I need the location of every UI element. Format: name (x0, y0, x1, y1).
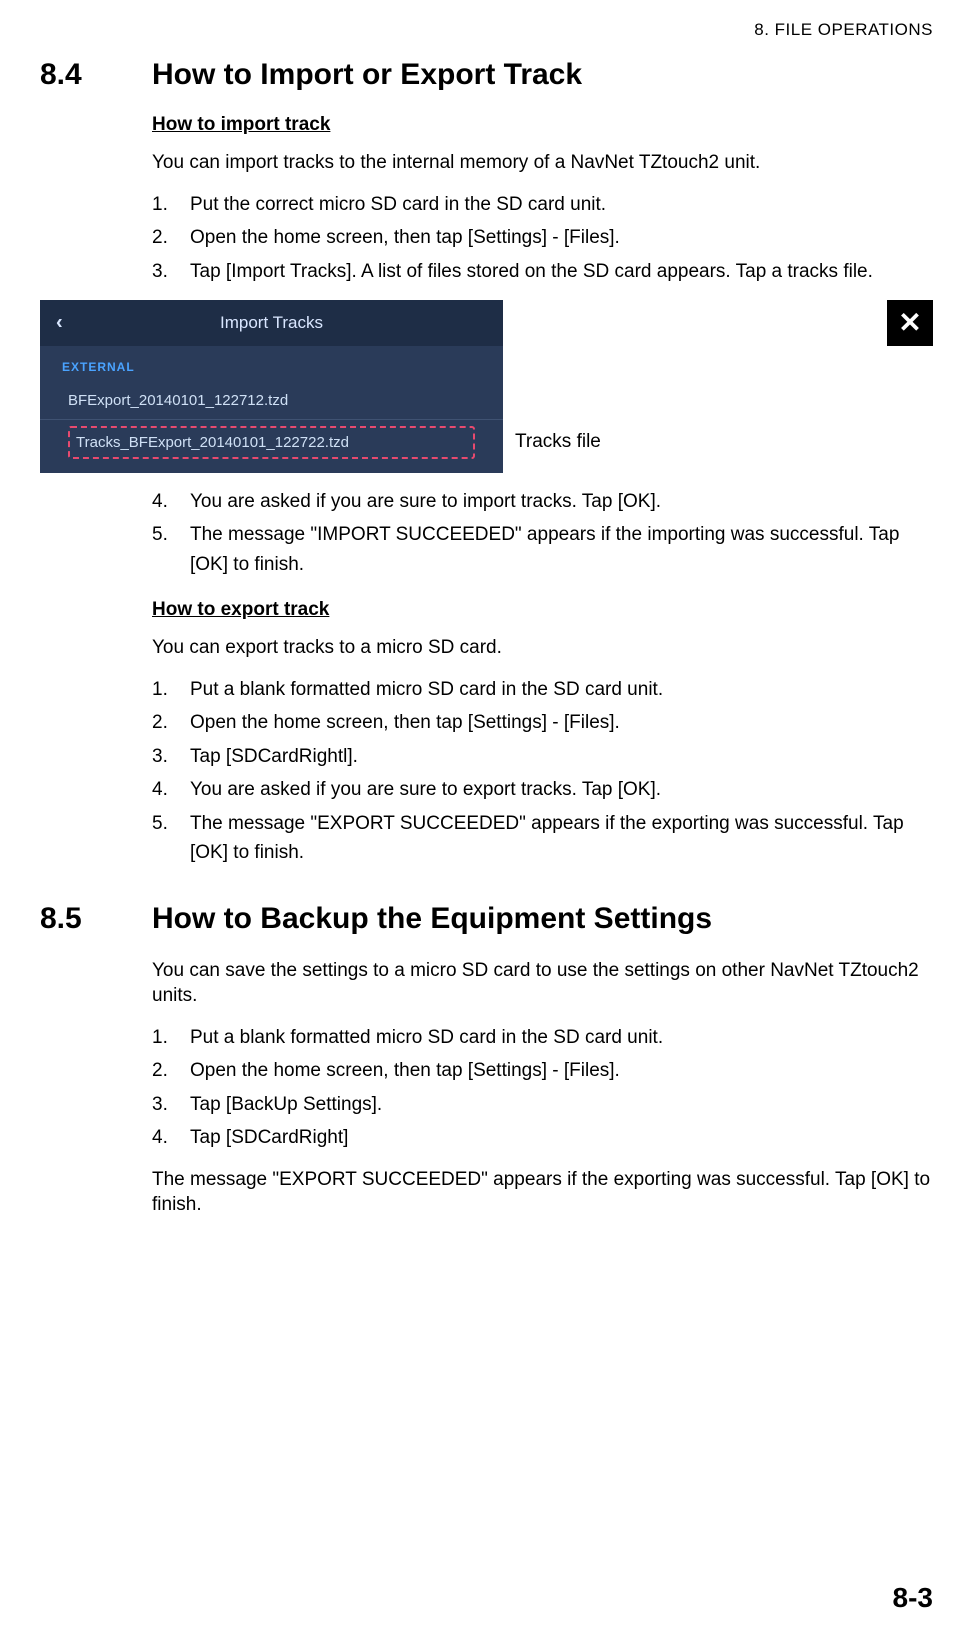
list-item: Tap [Import Tracks]. A list of files sto… (152, 257, 933, 286)
list-item: Tap [BackUp Settings]. (152, 1090, 933, 1119)
subhead-export: How to export track (152, 599, 933, 621)
file-row[interactable]: BFExport_20140101_122712.tzd (40, 382, 503, 420)
storage-section-label: EXTERNAL (40, 346, 503, 382)
section-heading-84: 8.4 How to Import or Export Track (40, 58, 933, 92)
paragraph: You can import tracks to the internal me… (152, 150, 933, 176)
paragraph: You can save the settings to a micro SD … (152, 958, 933, 1009)
import-steps-b: You are asked if you are sure to import … (152, 487, 933, 579)
list-item: Open the home screen, then tap [Settings… (152, 223, 933, 252)
paragraph: You can export tracks to a micro SD card… (152, 635, 933, 661)
section-number: 8.5 (40, 902, 152, 936)
section-title: How to Backup the Equipment Settings (152, 902, 712, 936)
callout-label: Tracks file (515, 431, 933, 453)
section-heading-85: 8.5 How to Backup the Equipment Settings (40, 902, 933, 936)
section-number: 8.4 (40, 58, 152, 92)
subhead-import: How to import track (152, 114, 933, 136)
list-item: Put the correct micro SD card in the SD … (152, 190, 933, 219)
list-item: You are asked if you are sure to export … (152, 775, 933, 804)
import-steps-a: Put the correct micro SD card in the SD … (152, 190, 933, 286)
window-titlebar: ‹ Import Tracks (40, 300, 503, 346)
page-number: 8-3 (893, 1582, 933, 1614)
list-item: Open the home screen, then tap [Settings… (152, 1056, 933, 1085)
list-item: The message "IMPORT SUCCEEDED" appears i… (152, 520, 933, 579)
list-item: You are asked if you are sure to import … (152, 487, 933, 516)
file-row-tracks[interactable]: Tracks_BFExport_20140101_122722.tzd (68, 426, 475, 459)
export-steps: Put a blank formatted micro SD card in t… (152, 675, 933, 868)
list-item: Put a blank formatted micro SD card in t… (152, 1023, 933, 1052)
list-item: Open the home screen, then tap [Settings… (152, 708, 933, 737)
import-tracks-figure: ‹ Import Tracks EXTERNAL BFExport_201401… (40, 300, 933, 473)
list-item: Tap [SDCardRightl]. (152, 742, 933, 771)
close-icon[interactable]: ✕ (887, 300, 933, 346)
list-item: The message "EXPORT SUCCEEDED" appears i… (152, 809, 933, 868)
window-title: Import Tracks (220, 313, 323, 333)
list-item: Put a blank formatted micro SD card in t… (152, 675, 933, 704)
section-title: How to Import or Export Track (152, 58, 582, 92)
import-tracks-window: ‹ Import Tracks EXTERNAL BFExport_201401… (40, 300, 503, 473)
chapter-header: 8. FILE OPERATIONS (40, 20, 933, 40)
list-item: Tap [SDCardRight] (152, 1123, 933, 1152)
back-icon[interactable]: ‹ (56, 311, 63, 334)
paragraph: The message "EXPORT SUCCEEDED" appears i… (152, 1167, 933, 1218)
backup-steps: Put a blank formatted micro SD card in t… (152, 1023, 933, 1153)
